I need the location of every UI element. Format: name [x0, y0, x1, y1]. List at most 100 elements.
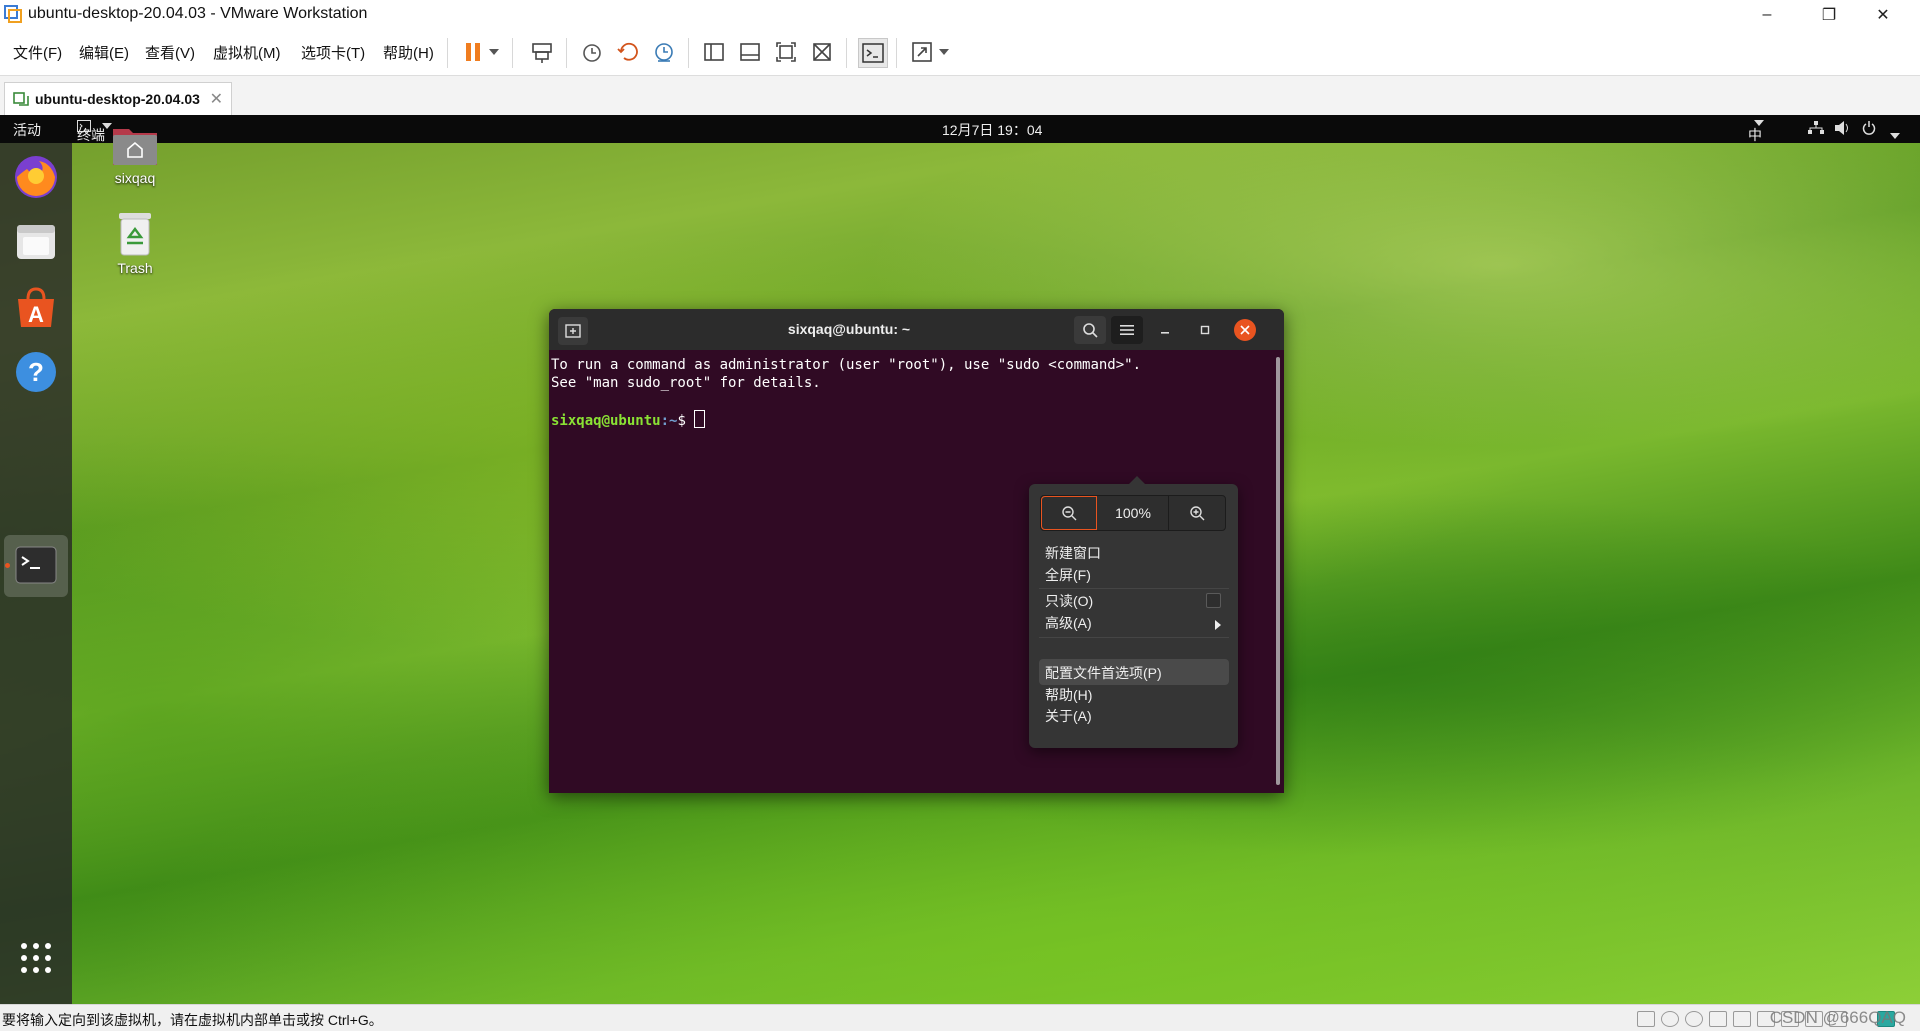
toolbar-separator	[896, 38, 897, 68]
pause-dropdown-icon[interactable]	[486, 38, 502, 66]
zoom-level[interactable]: 100%	[1097, 505, 1169, 521]
snapshot-icon[interactable]	[578, 38, 606, 66]
svg-text:?: ?	[28, 357, 44, 387]
menu-edit[interactable]: 编辑(E)	[79, 42, 129, 63]
desktop-trash[interactable]: Trash	[90, 211, 180, 276]
menu-new-window[interactable]: 新建窗口	[1045, 543, 1101, 563]
readonly-checkbox[interactable]	[1206, 593, 1221, 608]
firefox-icon[interactable]	[12, 153, 60, 201]
search-icon	[1083, 323, 1098, 338]
guest-screen[interactable]: 活动 终端 12月7日 19：04 中 A ? sixqaq Trash six…	[0, 115, 1920, 1004]
power-icon[interactable]	[1862, 121, 1876, 138]
menu-advanced[interactable]: 高级(A)	[1045, 613, 1092, 633]
tab-ubuntu-vm[interactable]: ubuntu-desktop-20.04.03 ✕	[4, 82, 232, 116]
pause-icon[interactable]	[460, 38, 488, 66]
hard-disk-icon[interactable]	[1637, 1011, 1655, 1027]
ubuntu-dock: A ?	[0, 143, 72, 1004]
console-view-icon[interactable]	[858, 38, 888, 68]
menu-tabs[interactable]: 选项卡(T)	[301, 42, 365, 63]
prompt-path: :~	[660, 413, 678, 429]
terminal-output[interactable]: To run a command as administrator (user …	[551, 356, 1141, 430]
terminal-icon[interactable]	[12, 541, 60, 589]
terminal-line-1: To run a command as administrator (user …	[551, 357, 1142, 373]
close-window-button[interactable]: ✕	[1860, 0, 1906, 30]
toolbar-separator	[512, 38, 513, 68]
tab-close-button[interactable]: ✕	[210, 89, 223, 109]
submenu-arrow-icon	[1215, 617, 1221, 633]
popover-arrow	[1129, 476, 1145, 484]
stretch-view-icon[interactable]	[908, 38, 936, 66]
network-adapter-icon[interactable]	[1733, 1011, 1751, 1027]
volume-icon[interactable]	[1835, 121, 1851, 138]
hamburger-menu-button[interactable]	[1111, 316, 1143, 344]
home-folder-label: sixqaq	[114, 170, 156, 186]
vmware-status-bar: 要将输入定向到该虚拟机，请在虚拟机内部单击或按 Ctrl+G。 CSDN @66…	[0, 1004, 1920, 1031]
restore-button[interactable]: ❐	[1806, 0, 1852, 30]
terminal-header-bar[interactable]: sixqaq@ubuntu: ~	[549, 309, 1284, 350]
zoom-out-icon	[1062, 506, 1077, 521]
network-icon[interactable]	[1808, 121, 1824, 138]
terminal-title: sixqaq@ubuntu: ~	[787, 321, 911, 337]
zoom-in-icon	[1190, 506, 1205, 521]
svg-text:A: A	[28, 302, 44, 327]
input-method-label: 中	[1748, 127, 1762, 143]
window-title: ubuntu-desktop-20.04.03 - VMware Worksta…	[28, 5, 368, 22]
activities-button[interactable]: 活动	[13, 120, 41, 140]
stretch-dropdown-icon[interactable]	[936, 38, 952, 66]
menu-toolbar: 文件(F) 编辑(E) 查看(V) 虚拟机(M) 选项卡(T) 帮助(H)	[0, 30, 1920, 75]
menu-preferences[interactable]: 配置文件首选项(P)	[1045, 663, 1162, 683]
menu-view[interactable]: 查看(V)	[145, 42, 195, 63]
toolbar-separator	[566, 38, 567, 68]
ubuntu-software-icon[interactable]: A	[12, 283, 60, 331]
terminal-maximize-button[interactable]	[1194, 319, 1216, 341]
prompt-symbol: $	[677, 413, 695, 429]
csdn-watermark: CSDN @666QAQ	[1769, 1008, 1906, 1027]
hamburger-icon	[1120, 325, 1134, 335]
terminal-line-2: See "man sudo_root" for details.	[551, 375, 821, 391]
menu-separator	[1039, 637, 1229, 638]
desktop-home-folder[interactable]: sixqaq	[90, 123, 180, 186]
prompt-user: sixqaq@ubuntu	[551, 413, 661, 429]
vm-tab-bar: ubuntu-desktop-20.04.03 ✕	[0, 75, 1920, 116]
unity-mode-icon[interactable]	[808, 38, 836, 66]
minimize-button[interactable]: –	[1744, 0, 1790, 30]
fullscreen-icon[interactable]	[772, 38, 800, 66]
status-message: 要将输入定向到该虚拟机，请在虚拟机内部单击或按 Ctrl+G。	[2, 1012, 383, 1028]
terminal-minimize-button[interactable]	[1154, 319, 1176, 341]
toolbar-separator	[447, 38, 448, 68]
snapshot-manager-icon[interactable]	[650, 38, 678, 66]
terminal-menu-popover: 100% 新建窗口 全屏(F) 只读(O) 高级(A) 配置文件首选项(P) 帮…	[1029, 476, 1238, 748]
show-applications-icon[interactable]	[16, 938, 56, 978]
zoom-control: 100%	[1040, 495, 1226, 531]
menu-help[interactable]: 帮助(H)	[383, 42, 434, 63]
files-icon[interactable]	[12, 218, 60, 266]
cd-drive-icon[interactable]	[1661, 1011, 1679, 1027]
running-indicator	[5, 563, 10, 568]
toolbar-separator	[688, 38, 689, 68]
search-button[interactable]	[1074, 316, 1106, 344]
floppy-icon[interactable]	[1709, 1011, 1727, 1027]
help-icon[interactable]: ?	[12, 348, 60, 396]
revert-snapshot-icon[interactable]	[614, 38, 642, 66]
system-menu-arrow-icon[interactable]	[1890, 126, 1900, 142]
zoom-out-button[interactable]	[1041, 496, 1097, 530]
menu-readonly[interactable]: 只读(O)	[1045, 591, 1093, 611]
minimize-icon	[1161, 332, 1169, 334]
menu-help-item[interactable]: 帮助(H)	[1045, 685, 1092, 705]
clock[interactable]: 12月7日 19：04	[942, 120, 1042, 140]
menu-about[interactable]: 关于(A)	[1045, 706, 1092, 726]
trash-label: Trash	[117, 260, 153, 276]
toolbar-separator	[846, 38, 847, 68]
terminal-scrollbar[interactable]	[1276, 357, 1280, 785]
show-sidebar-icon[interactable]	[700, 38, 728, 66]
zoom-in-button[interactable]	[1168, 496, 1225, 530]
close-icon	[1240, 325, 1250, 335]
menu-file[interactable]: 文件(F)	[13, 42, 62, 63]
cd-drive-2-icon[interactable]	[1685, 1011, 1703, 1027]
input-method-indicator[interactable]: 中	[1748, 120, 1764, 143]
terminal-close-button[interactable]	[1234, 319, 1256, 341]
show-thumbnail-icon[interactable]	[736, 38, 764, 66]
menu-vm[interactable]: 虚拟机(M)	[213, 42, 281, 63]
send-ctrl-alt-del-icon[interactable]	[528, 38, 556, 66]
menu-fullscreen[interactable]: 全屏(F)	[1045, 565, 1091, 585]
